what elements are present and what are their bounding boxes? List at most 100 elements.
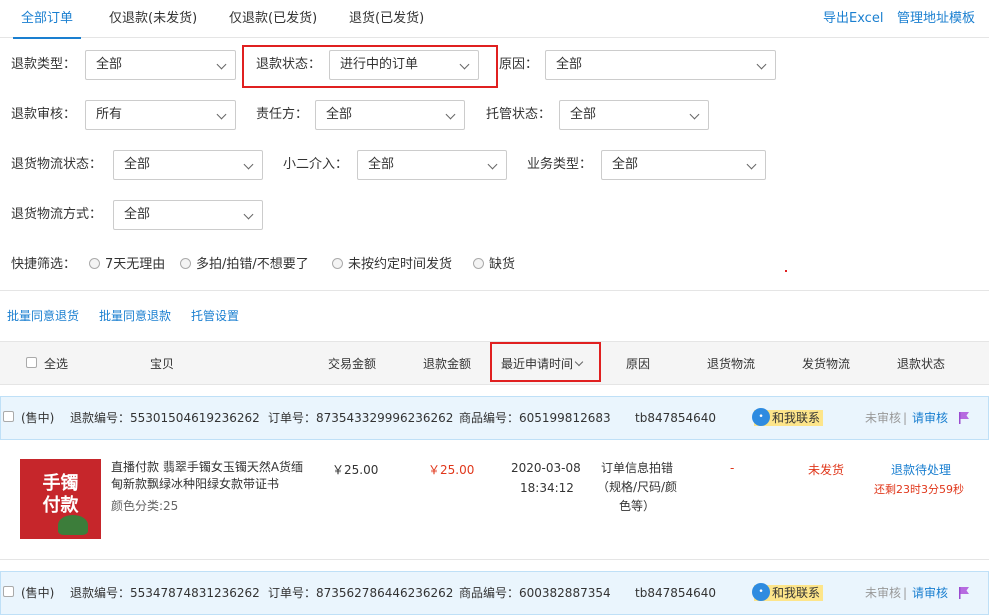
custody-settings-link[interactable]: 托管设置	[191, 307, 239, 324]
col-item: 宝贝	[150, 357, 175, 371]
return-logistics-status-label: 退货物流状态：	[11, 157, 103, 172]
refund-amount: ￥25.00	[428, 463, 475, 477]
buyer-id[interactable]: tb847854640	[635, 397, 716, 439]
reason-value: 全部	[556, 57, 583, 72]
return-logistics-value: -	[730, 461, 735, 475]
refund-number: 退款编号：55347874831236262	[70, 586, 260, 600]
radio-7day[interactable]	[89, 258, 100, 269]
highlight-box	[490, 342, 601, 382]
quick-option-late-ship[interactable]: 未按约定时间发货	[348, 250, 452, 280]
order-number: 订单号：873543329996236262	[268, 411, 454, 425]
refund-review-value: 所有	[96, 107, 123, 122]
red-dot	[785, 270, 787, 272]
contact-me-button[interactable]: • 和我联系	[752, 583, 824, 601]
responsible-label: 责任方：	[256, 107, 309, 122]
refund-status-link[interactable]: 退款待处理	[891, 461, 951, 478]
separator: |	[903, 586, 908, 600]
order-checkbox[interactable]	[3, 586, 14, 597]
tab-all-orders[interactable]: 全部订单	[12, 0, 82, 39]
radio-out-of-stock[interactable]	[473, 258, 484, 269]
refund-type-label: 退款类型：	[11, 57, 77, 72]
batch-agree-refund-link[interactable]: 批量同意退款	[99, 307, 171, 324]
apply-time: 18:34:12	[520, 481, 574, 495]
refund-status-value: 进行中的订单	[340, 57, 419, 72]
refund-review-label: 退款审核：	[11, 107, 77, 122]
return-logistics-method-label: 退货物流方式：	[11, 207, 103, 222]
return-logistics-method-select[interactable]: 全部	[113, 200, 263, 230]
tab-return-shipped[interactable]: 退货(已发货)	[349, 0, 424, 38]
col-trade-amount: 交易金额	[328, 357, 377, 371]
tab-refund-shipped[interactable]: 仅退款(已发货)	[229, 0, 317, 38]
separator: |	[903, 411, 908, 425]
jade-bracelet-icon	[58, 515, 88, 535]
please-review-link[interactable]: 请审核	[912, 572, 948, 614]
return-logistics-status-select[interactable]: 全部	[113, 150, 263, 180]
chevron-down-icon	[746, 159, 757, 170]
radio-wrong-order[interactable]	[180, 258, 191, 269]
col-ship-logistics: 发货物流	[802, 357, 851, 371]
contact-me-button[interactable]: • 和我联系	[752, 408, 824, 426]
item-title-link[interactable]: 直播付款 翡翠手镯女玉镯天然A货缅甸新款飘绿冰种阳绿女款带证书	[111, 459, 307, 493]
select-all-checkbox[interactable]	[26, 357, 37, 368]
thumb-text-1: 手镯	[42, 473, 79, 494]
custody-status-value: 全部	[570, 107, 597, 122]
custody-status-label: 托管状态：	[486, 107, 552, 122]
tab-refund-unshipped[interactable]: 仅退款(未发货)	[109, 0, 197, 38]
thumb-text-2: 付款	[42, 495, 79, 516]
order-status-tag: (售中)	[21, 586, 55, 600]
reason-select[interactable]: 全部	[545, 50, 776, 80]
order-header: (售中) 退款编号：55347874831236262 订单号：87356278…	[0, 571, 989, 615]
batch-agree-return-link[interactable]: 批量同意退货	[7, 307, 79, 324]
product-number: 商品编号：600382887354	[459, 586, 611, 600]
order-status-tag: (售中)	[21, 411, 55, 425]
chevron-down-icon	[487, 159, 498, 170]
refund-type-select[interactable]: 全部	[85, 50, 236, 80]
xiaoer-value: 全部	[368, 157, 395, 172]
product-number: 商品编号：605199812683	[459, 411, 611, 425]
chevron-down-icon	[243, 209, 254, 220]
review-status: 未审核	[865, 411, 902, 425]
col-refund-status: 退款状态	[897, 357, 946, 371]
apply-date: 2020-03-08	[511, 461, 581, 475]
order-tabs: 全部订单 仅退款(未发货) 仅退款(已发货) 退货(已发货) 导出Excel 管…	[0, 0, 989, 39]
review-status: 未审核	[865, 586, 902, 600]
reason-label: 原因：	[499, 57, 539, 72]
quick-option-wrong-order[interactable]: 多拍/拍错/不想要了	[196, 250, 309, 280]
chevron-down-icon	[243, 159, 254, 170]
quick-option-7day[interactable]: 7天无理由	[105, 250, 165, 280]
col-select-all[interactable]: 全选	[44, 342, 68, 386]
chat-bubble-icon: •	[752, 583, 770, 601]
chevron-down-icon	[445, 109, 456, 120]
responsible-select[interactable]: 全部	[315, 100, 465, 130]
flag-icon[interactable]	[959, 412, 969, 424]
refund-status-select[interactable]: 进行中的订单	[329, 50, 479, 80]
col-reason: 原因	[626, 357, 651, 371]
col-refund-amount: 退款金额	[423, 357, 472, 371]
refund-reason: 订单信息拍错（规格/尺码/颜色等）	[596, 461, 678, 513]
ship-logistics-value: 未发货	[808, 463, 845, 477]
xiaoer-select[interactable]: 全部	[357, 150, 507, 180]
buyer-id[interactable]: tb847854640	[635, 572, 716, 614]
business-type-value: 全部	[612, 157, 639, 172]
responsible-value: 全部	[326, 107, 353, 122]
quick-filter-label: 快捷筛选：	[11, 257, 77, 272]
order-number: 订单号：873562786446236262	[268, 586, 454, 600]
business-type-label: 业务类型：	[527, 157, 593, 172]
manage-address-template-link[interactable]: 管理地址模板	[897, 0, 975, 38]
quick-option-out-of-stock[interactable]: 缺货	[489, 250, 515, 280]
custody-status-select[interactable]: 全部	[559, 100, 709, 130]
item-sku: 颜色分类:25	[111, 499, 179, 513]
chat-bubble-icon: •	[752, 408, 770, 426]
please-review-link[interactable]: 请审核	[912, 397, 948, 439]
order-checkbox[interactable]	[3, 411, 14, 422]
radio-late-ship[interactable]	[332, 258, 343, 269]
return-logistics-status-value: 全部	[124, 157, 151, 172]
order-header: (售中) 退款编号：55301504619236262 订单号：87354332…	[0, 396, 989, 440]
refund-number: 退款编号：55301504619236262	[70, 411, 260, 425]
product-thumbnail[interactable]: 手镯 付款	[20, 459, 101, 539]
refund-review-select[interactable]: 所有	[85, 100, 236, 130]
export-excel-link[interactable]: 导出Excel	[823, 0, 883, 38]
flag-icon[interactable]	[959, 587, 969, 599]
chevron-down-icon	[689, 109, 700, 120]
business-type-select[interactable]: 全部	[601, 150, 766, 180]
